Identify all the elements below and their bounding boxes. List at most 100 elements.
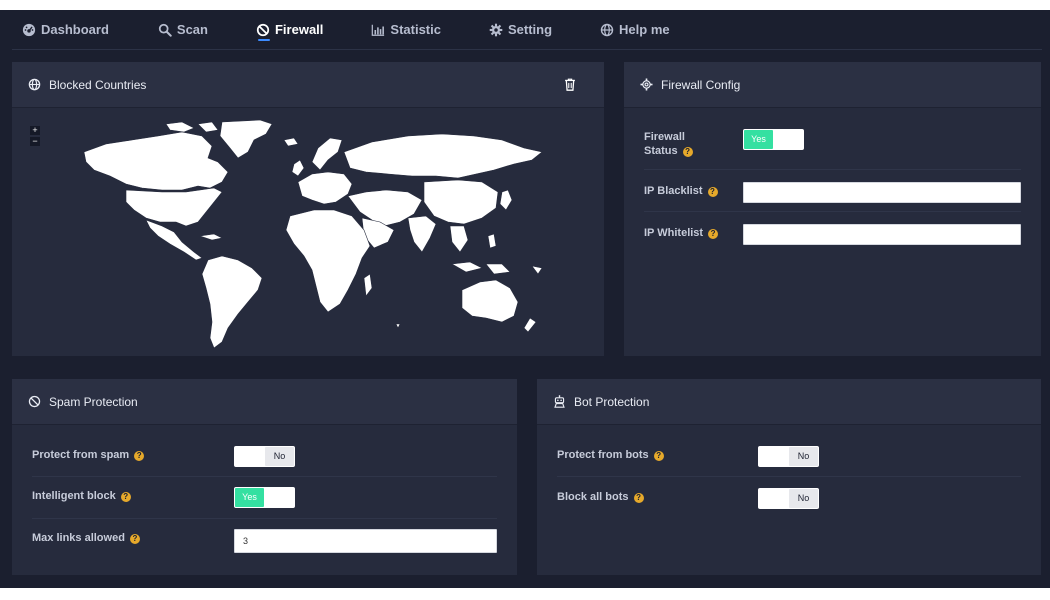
map-country bbox=[499, 189, 513, 211]
dashboard-icon bbox=[22, 23, 36, 37]
help-icon[interactable]: ? bbox=[120, 492, 131, 502]
spam-protection-panel: Spam Protection Protect from spam? No In… bbox=[12, 379, 517, 575]
bot-protection-panel: Bot Protection Protect from bots? No Blo… bbox=[537, 379, 1041, 575]
help-icon[interactable]: ? bbox=[707, 187, 718, 197]
toggle-state: No bbox=[789, 447, 818, 466]
map-country bbox=[531, 265, 543, 275]
top-nav: Dashboard Scan Firewall Statistic Settin… bbox=[12, 10, 1042, 50]
nav-dashboard[interactable]: Dashboard bbox=[22, 10, 109, 50]
map-country bbox=[343, 133, 543, 179]
max-links-row: Max links allowed? bbox=[32, 519, 497, 563]
ip-blacklist-label: IP Blacklist? bbox=[644, 184, 718, 198]
toggle-state: No bbox=[789, 489, 818, 508]
map-country bbox=[461, 279, 519, 323]
help-icon[interactable]: ? bbox=[708, 229, 719, 239]
nav-statistic-label: Statistic bbox=[390, 22, 441, 37]
nav-scan[interactable]: Scan bbox=[158, 10, 208, 50]
map-country bbox=[363, 273, 373, 297]
zoom-in-button[interactable]: + bbox=[30, 126, 40, 135]
toggle-state: No bbox=[265, 447, 294, 466]
nav-statistic[interactable]: Statistic bbox=[371, 10, 441, 50]
map-country bbox=[523, 317, 537, 333]
protect-bots-toggle[interactable]: No bbox=[758, 446, 819, 467]
max-links-label: Max links allowed? bbox=[32, 531, 140, 545]
map-zoom-controls: + − bbox=[30, 126, 40, 148]
help-icon[interactable]: ? bbox=[682, 147, 693, 157]
panel-title: Spam Protection bbox=[49, 394, 138, 409]
toggle-state: Yes bbox=[744, 130, 773, 149]
intelligent-block-toggle[interactable]: Yes bbox=[234, 487, 295, 508]
map-country bbox=[395, 323, 401, 329]
map-country bbox=[125, 187, 223, 227]
block-all-bots-label: Block all bots? bbox=[557, 490, 644, 504]
nav-firewall[interactable]: Firewall bbox=[256, 10, 323, 50]
panel-title: Bot Protection bbox=[574, 394, 650, 409]
protect-spam-toggle[interactable]: No bbox=[234, 446, 295, 467]
ip-whitelist-row: IP Whitelist? bbox=[644, 212, 1021, 254]
map-country bbox=[145, 219, 203, 261]
app-window: Dashboard Scan Firewall Statistic Settin… bbox=[0, 10, 1050, 588]
firewall-status-label: Firewall Status? bbox=[644, 130, 693, 158]
map-country bbox=[451, 261, 483, 273]
trash-icon[interactable] bbox=[564, 78, 576, 91]
nav-setting[interactable]: Setting bbox=[489, 10, 552, 50]
firewall-status-row: Firewall Status? Yes bbox=[644, 118, 1021, 170]
firewall-config-panel: Firewall Config Firewall Status? Yes IP … bbox=[624, 62, 1041, 356]
help-icon[interactable]: ? bbox=[653, 451, 664, 461]
help-icon[interactable]: ? bbox=[633, 493, 644, 503]
nav-firewall-label: Firewall bbox=[274, 22, 324, 37]
map-country bbox=[487, 233, 497, 249]
help-icon[interactable]: ? bbox=[129, 534, 140, 544]
nav-help[interactable]: Help me bbox=[600, 10, 670, 50]
panel-header: Bot Protection bbox=[537, 379, 1041, 425]
nav-setting-label: Setting bbox=[507, 22, 553, 37]
nav-dashboard-label: Dashboard bbox=[41, 22, 109, 37]
nav-scan-label: Scan bbox=[176, 22, 208, 37]
protect-spam-label: Protect from spam? bbox=[32, 448, 145, 462]
bar-chart-icon bbox=[371, 23, 385, 37]
blocked-countries-panel: Blocked Countries + − bbox=[12, 62, 604, 356]
map-country bbox=[407, 215, 437, 253]
gear-icon bbox=[489, 23, 503, 37]
nav-help-label: Help me bbox=[619, 22, 670, 37]
map-country bbox=[485, 263, 511, 275]
map-country bbox=[283, 137, 299, 147]
firewall-status-toggle[interactable]: Yes bbox=[743, 129, 804, 150]
map-country bbox=[291, 159, 305, 177]
search-icon bbox=[158, 23, 172, 37]
toggle-state: Yes bbox=[235, 488, 264, 507]
ban-icon bbox=[256, 23, 270, 37]
map-country bbox=[201, 255, 263, 349]
panel-header: Spam Protection bbox=[12, 379, 517, 425]
map-country bbox=[285, 209, 371, 313]
panel-title: Firewall Config bbox=[661, 77, 741, 92]
ip-blacklist-row: IP Blacklist? bbox=[644, 170, 1021, 212]
map-country bbox=[423, 179, 499, 225]
map-country bbox=[297, 171, 353, 205]
map-country bbox=[83, 131, 229, 191]
globe-icon bbox=[600, 23, 614, 37]
map-country bbox=[449, 225, 469, 253]
robot-icon bbox=[553, 395, 566, 408]
block-all-bots-toggle[interactable]: No bbox=[758, 488, 819, 509]
map-country bbox=[311, 137, 343, 171]
panel-header: Firewall Config bbox=[624, 62, 1041, 108]
intelligent-block-label: Intelligent block? bbox=[32, 489, 131, 503]
protect-bots-label: Protect from bots? bbox=[557, 448, 664, 462]
ip-whitelist-input[interactable] bbox=[743, 224, 1021, 245]
panel-header: Blocked Countries bbox=[12, 62, 604, 108]
protect-bots-row: Protect from bots? No bbox=[557, 435, 1021, 477]
map-country bbox=[199, 233, 223, 241]
map-country bbox=[197, 121, 219, 133]
panel-title: Blocked Countries bbox=[49, 77, 147, 92]
ip-blacklist-input[interactable] bbox=[743, 182, 1021, 203]
world-map[interactable] bbox=[62, 118, 562, 354]
zoom-out-button[interactable]: − bbox=[30, 137, 40, 146]
max-links-input[interactable] bbox=[234, 529, 497, 553]
map-country bbox=[165, 121, 195, 133]
gear-icon bbox=[640, 78, 653, 91]
map-country bbox=[219, 119, 273, 159]
help-icon[interactable]: ? bbox=[134, 451, 145, 461]
ban-icon bbox=[28, 395, 41, 408]
block-all-bots-row: Block all bots? No bbox=[557, 477, 1021, 519]
